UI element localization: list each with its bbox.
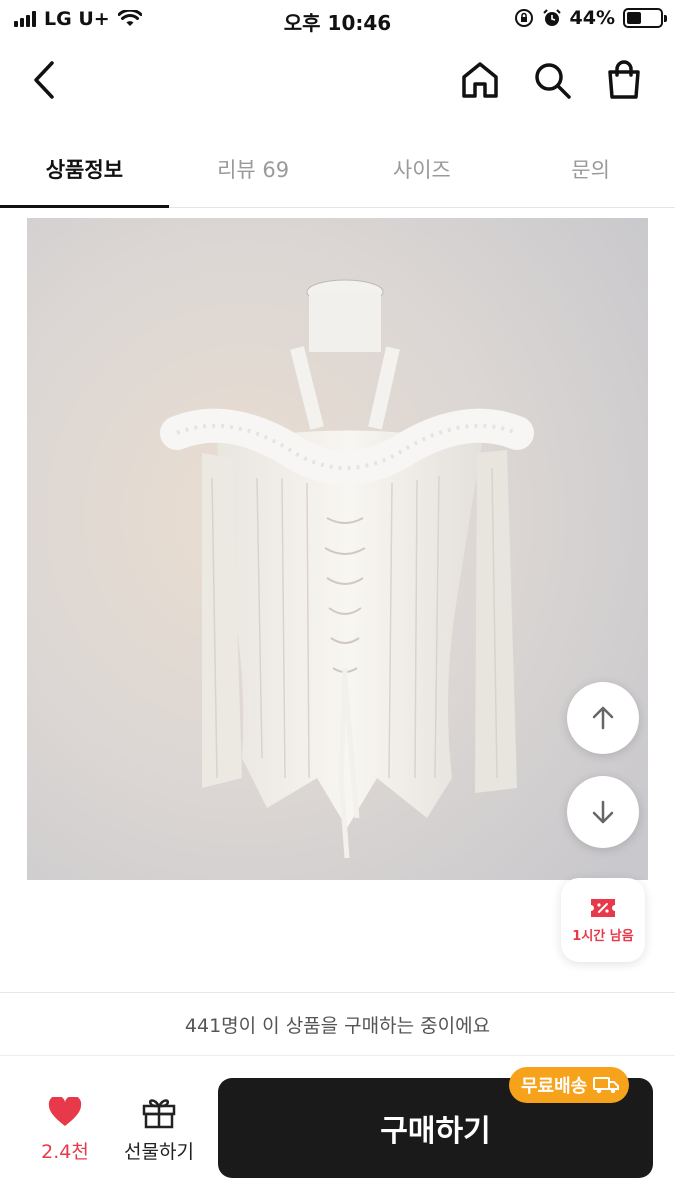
truck-icon [593,1077,620,1094]
tab-inquiry[interactable]: 문의 [506,130,675,207]
tab-product-info[interactable]: 상품정보 [0,130,169,208]
product-photo [27,218,648,880]
coupon-timer-label: 1시간 남음 [572,928,634,944]
free-shipping-badge: 무료배송 [509,1067,630,1103]
search-icon [535,63,571,99]
heart-icon [48,1097,82,1126]
coupon-timer-button[interactable]: 1시간 남음 [561,878,645,962]
battery-icon [623,8,667,28]
gift-icon [142,1099,176,1129]
rotation-lock-icon [514,9,533,27]
buy-button-label: 구매하기 [380,1114,491,1149]
alarm-icon [542,9,561,26]
product-image [27,218,648,880]
battery-fill [627,12,642,24]
tab-reviews[interactable]: 리뷰 69 [169,130,338,207]
arrow-down-icon [592,800,614,824]
like-count: 2.4천 [41,1141,89,1163]
home-button[interactable] [456,56,504,104]
coupon-icon [591,898,615,917]
scroll-up-button[interactable] [567,682,639,754]
status-right: 44% [514,7,667,29]
status-bar: LG U+ 오후 10:46 44% [0,0,675,38]
back-button[interactable] [22,58,66,102]
product-tabs: 상품정보 리뷰 69 사이즈 문의 [0,130,675,208]
like-button[interactable]: 2.4천 [30,1097,100,1164]
search-button[interactable] [528,56,576,104]
nav-bar [0,44,675,120]
gift-label: 선물하기 [124,1141,194,1163]
shopping-bag-icon [608,60,640,99]
bottom-action-bar: 2.4천 선물하기 구매하기 무료배송 [0,1057,675,1200]
home-icon [462,62,498,98]
gift-button[interactable]: 선물하기 [116,1095,202,1164]
free-shipping-label: 무료배송 [521,1076,588,1097]
back-icon [34,61,54,99]
tab-size[interactable]: 사이즈 [338,130,507,207]
buyers-banner: 441명이 이 상품을 구매하는 중이에요 [0,992,675,1056]
arrow-up-icon [592,706,614,730]
cart-button[interactable] [600,56,648,104]
battery-percent: 44% [569,7,615,29]
scroll-down-button[interactable] [567,776,639,848]
